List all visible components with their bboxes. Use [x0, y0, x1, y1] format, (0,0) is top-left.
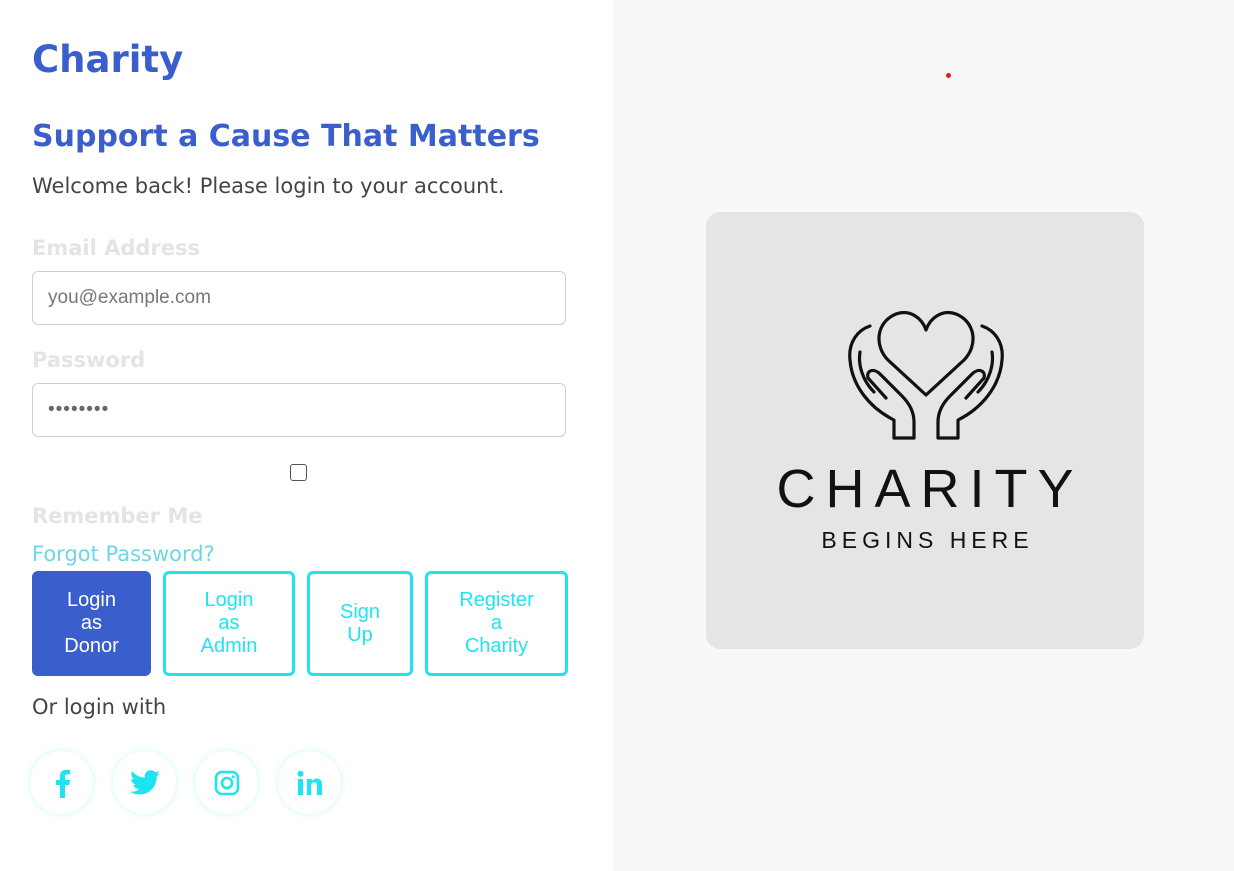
- twitter-icon: [129, 769, 160, 794]
- facebook-login-button[interactable]: [30, 751, 93, 814]
- social-login-prompt: Or login with: [32, 695, 167, 719]
- linkedin-icon: [297, 770, 322, 795]
- email-label: Email Address: [32, 236, 201, 260]
- logo-title: CHARITY: [776, 459, 1084, 519]
- twitter-login-button[interactable]: [113, 751, 176, 814]
- remember-me-checkbox[interactable]: [290, 464, 307, 481]
- linkedin-login-button[interactable]: [278, 751, 341, 814]
- sign-up-button[interactable]: Sign Up: [307, 571, 413, 676]
- page-headline: Support a Cause That Matters: [32, 119, 540, 154]
- login-as-donor-button[interactable]: Login as Donor: [32, 571, 151, 676]
- forgot-password-link[interactable]: Forgot Password?: [32, 542, 215, 566]
- facebook-icon: [55, 769, 70, 798]
- login-as-admin-button[interactable]: Login as Admin: [163, 571, 295, 676]
- register-charity-button[interactable]: Register a Charity: [425, 571, 568, 676]
- remember-me-label: Remember Me: [32, 504, 203, 528]
- password-label: Password: [32, 348, 146, 372]
- password-field[interactable]: [32, 383, 566, 437]
- brand-title: Charity: [32, 38, 184, 81]
- login-panel: Charity Support a Cause That Matters Wel…: [0, 0, 613, 871]
- red-dot: [946, 73, 951, 78]
- welcome-text: Welcome back! Please login to your accou…: [32, 174, 505, 198]
- instagram-icon: [214, 770, 239, 795]
- heart-hands-icon: [848, 311, 1004, 440]
- charity-logo-card: CHARITY BEGINS HERE: [706, 212, 1144, 649]
- email-field[interactable]: [32, 271, 566, 325]
- instagram-login-button[interactable]: [195, 751, 258, 814]
- logo-subtitle: BEGINS HERE: [821, 527, 1034, 553]
